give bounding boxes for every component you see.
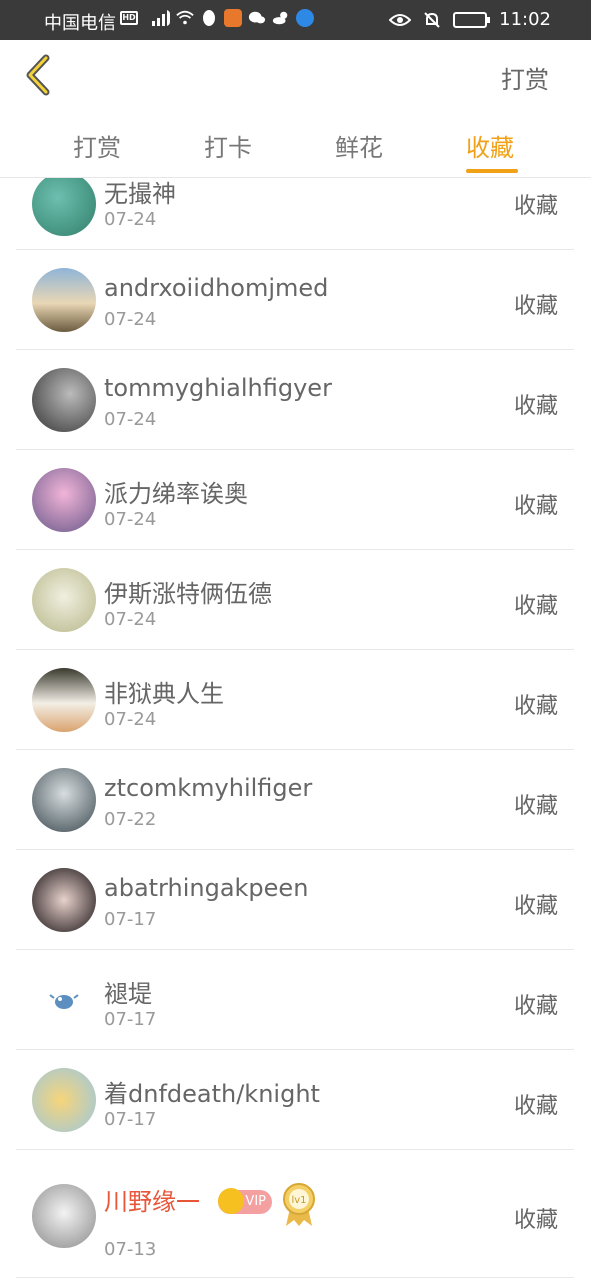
list-item[interactable]: abatrhingakpeen 07-17 收藏 [16, 850, 574, 950]
tab-favorites[interactable]: 收藏 [466, 128, 514, 163]
favorite-label: 收藏 [513, 1208, 558, 1233]
bird-icon [49, 994, 79, 1009]
avatar [32, 568, 96, 632]
weather-icon [272, 11, 288, 25]
user-name: 褪堤 [104, 980, 152, 1008]
avatar [32, 368, 96, 432]
date: 07-17 [104, 1109, 157, 1130]
favorite-label: 收藏 [513, 994, 558, 1019]
list-item[interactable]: 着dnfdeath/knight 07-17 收藏 [16, 1050, 574, 1150]
hd-icon: HD [120, 11, 138, 25]
clock: 11:02 [499, 9, 551, 30]
tab-flowers[interactable]: 鲜花 [335, 128, 383, 163]
eye-icon [389, 13, 412, 26]
user-name: tommyghialhfigyer [104, 374, 332, 402]
user-name: 派力绨率诶奥 [104, 480, 248, 508]
wechat-icon [248, 11, 266, 24]
user-name: andrxoiidhomjmed [104, 274, 329, 302]
list-item[interactable]: 无撮神 07-24 收藏 [16, 178, 574, 250]
tab-checkin[interactable]: 打卡 [204, 128, 252, 163]
list-item[interactable]: 派力绨率诶奥 07-24 收藏 [16, 450, 574, 550]
app-icon [224, 9, 242, 27]
favorite-label: 收藏 [513, 194, 558, 219]
list-item[interactable]: 非狱典人生 07-24 收藏 [16, 650, 574, 750]
date: 07-17 [104, 909, 157, 930]
date: 07-13 [104, 1239, 157, 1260]
favorite-label: 收藏 [513, 594, 558, 619]
list-item[interactable]: 川野缘一 VIP lv1 07-13 收藏 [16, 1150, 574, 1278]
favorite-label: 收藏 [513, 494, 558, 519]
user-name: 着dnfdeath/knight [104, 1080, 320, 1108]
favorite-label: 收藏 [513, 1094, 558, 1119]
reward-header-button[interactable]: 打赏 [501, 60, 549, 95]
avatar [32, 268, 96, 332]
favorite-label: 收藏 [513, 394, 558, 419]
avatar [32, 668, 96, 732]
active-tab-indicator [466, 169, 518, 173]
qq-icon [203, 10, 215, 26]
favorite-label: 收藏 [513, 794, 558, 819]
avatar [32, 1184, 96, 1248]
avatar [32, 468, 96, 532]
date: 07-24 [104, 309, 157, 330]
signal-icon [152, 10, 170, 26]
level-medal-icon: lv1 [283, 1183, 315, 1226]
user-name: 无撮神 [104, 180, 176, 208]
tab-reward[interactable]: 打赏 [73, 128, 121, 163]
battery-icon [453, 11, 491, 28]
date: 07-24 [104, 709, 157, 730]
favorite-label: 收藏 [513, 294, 558, 319]
avatar [32, 968, 96, 1032]
date: 07-24 [104, 609, 157, 630]
user-name: ztcomkmyhilfiger [104, 774, 313, 802]
avatar [32, 868, 96, 932]
crown-icon [218, 1188, 244, 1214]
avatar [32, 768, 96, 832]
avatar [32, 1068, 96, 1132]
status-right: 11:02 [389, 9, 551, 30]
favorites-list: 无撮神 07-24 收藏 andrxoiidhomjmed 07-24 收藏 t… [0, 178, 591, 1280]
browser-icon [296, 9, 314, 27]
mute-icon [424, 11, 440, 28]
user-name: 伊斯涨特俩伍德 [104, 580, 272, 608]
app-bar: 打赏 [0, 40, 591, 110]
tab-bar: 打赏 打卡 鲜花 收藏 [0, 110, 591, 178]
user-name: 川野缘一 [104, 1188, 200, 1216]
favorite-label: 收藏 [513, 694, 558, 719]
date: 07-24 [104, 509, 157, 530]
date: 07-22 [104, 809, 157, 830]
list-item[interactable]: 褪堤 07-17 收藏 [16, 950, 574, 1050]
avatar [32, 178, 96, 236]
level-label: lv1 [291, 1195, 306, 1206]
wifi-icon [176, 10, 194, 25]
list-item[interactable]: tommyghialhfigyer 07-24 收藏 [16, 350, 574, 450]
chevron-left-icon[interactable] [22, 54, 62, 96]
status-bar: 中国电信 HD 11:02 [0, 0, 591, 40]
list-item[interactable]: 伊斯涨特俩伍德 07-24 收藏 [16, 550, 574, 650]
user-name: 非狱典人生 [104, 680, 224, 708]
user-name: abatrhingakpeen [104, 874, 309, 902]
carrier-name: 中国电信 [44, 13, 116, 34]
list-item[interactable]: andrxoiidhomjmed 07-24 收藏 [16, 250, 574, 350]
list-item[interactable]: ztcomkmyhilfiger 07-22 收藏 [16, 750, 574, 850]
date: 07-24 [104, 209, 157, 230]
status-icons: HD [120, 9, 314, 27]
date: 07-24 [104, 409, 157, 430]
favorite-label: 收藏 [513, 894, 558, 919]
date: 07-17 [104, 1009, 157, 1030]
